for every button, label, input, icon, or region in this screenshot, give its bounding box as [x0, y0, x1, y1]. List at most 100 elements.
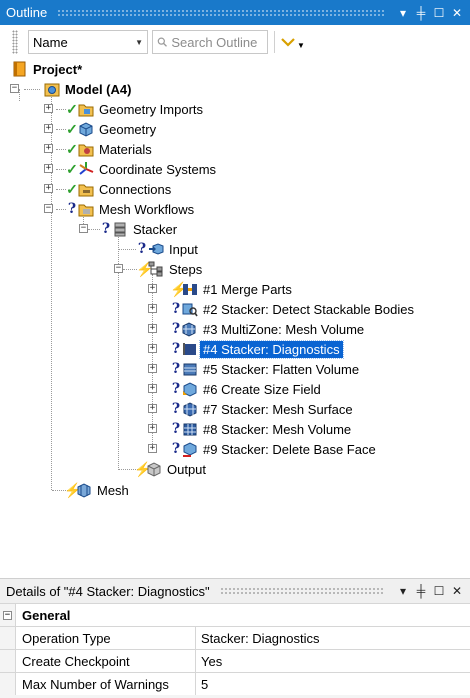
tree-label: #5 Stacker: Flatten Volume [203, 361, 360, 377]
pin-icon[interactable]: ╪ [412, 6, 430, 20]
tree-node-mesh-workflows[interactable]: ? Mesh Workflows [66, 199, 197, 219]
input-icon [149, 243, 164, 255]
tree-node-step-7[interactable]: ? #7 Stacker: Mesh Surface [170, 399, 356, 419]
question-icon: ? [171, 321, 181, 337]
tree-label: Steps [169, 261, 203, 277]
tree-node-coordinate-systems[interactable]: ✓ Coordinate Systems [66, 159, 219, 179]
tree-node-connections[interactable]: ✓ Connections [66, 179, 174, 199]
expand-icon[interactable]: + [148, 304, 157, 313]
expand-icon[interactable]: + [148, 384, 157, 393]
details-key: Operation Type [16, 627, 196, 649]
close-icon[interactable]: ✕ [448, 584, 466, 598]
outline-tree: Project* − Model (A4) + ✓ Geometry Impor… [0, 59, 470, 574]
tree-node-steps[interactable]: ⚡ Steps [136, 259, 205, 279]
expand-icon[interactable]: + [148, 444, 157, 453]
multizone-icon [182, 322, 196, 337]
lightning-icon: ⚡ [170, 281, 188, 297]
expand-icon[interactable]: + [148, 344, 157, 353]
search-input[interactable] [171, 34, 263, 50]
titlebar-grip[interactable] [57, 8, 384, 17]
tree-label: Mesh Workflows [99, 201, 195, 217]
tree-node-step-4[interactable]: ? #4 Stacker: Diagnostics [170, 339, 344, 359]
pin-icon[interactable]: ╪ [412, 584, 430, 598]
search-box[interactable] [152, 30, 268, 54]
folder-icon [78, 204, 94, 217]
outline-toolbar: Name ▼ ▼ [0, 25, 470, 59]
collapse-icon[interactable]: − [44, 204, 53, 213]
titlebar-grip[interactable] [219, 587, 384, 595]
question-icon: ? [137, 241, 147, 257]
row-gutter [0, 650, 16, 672]
expand-icon[interactable]: + [148, 404, 157, 413]
details-value[interactable]: 5 [196, 673, 470, 695]
details-group-row[interactable]: − General [0, 603, 470, 626]
question-icon: ? [101, 221, 111, 237]
tree-node-project[interactable]: Project* [12, 59, 85, 79]
question-icon: ? [171, 401, 181, 417]
details-value[interactable]: Stacker: Diagnostics [196, 627, 470, 649]
collapse-icon[interactable]: − [79, 224, 88, 233]
expand-icon[interactable]: + [148, 364, 157, 373]
tree-label: Geometry Imports [99, 101, 204, 117]
tree-label: Input [169, 241, 198, 257]
tree-label: #9 Stacker: Delete Base Face [203, 441, 376, 457]
dropdown-arrow-icon[interactable]: ▼ [297, 41, 305, 50]
check-icon: ✓ [66, 161, 78, 177]
close-icon[interactable]: ✕ [448, 6, 466, 20]
tree-node-step-9[interactable]: ? #9 Stacker: Delete Base Face [170, 439, 379, 459]
expand-icon[interactable]: + [44, 124, 53, 133]
tree-node-step-1[interactable]: ⚡ #1 Merge Parts [170, 279, 295, 299]
check-icon: ✓ [66, 101, 78, 117]
details-panel: Details of "#4 Stacker: Diagnostics" ▾ ╪… [0, 578, 470, 698]
tree-node-step-2[interactable]: ? #2 Stacker: Detect Stackable Bodies [170, 299, 417, 319]
expand-icon[interactable]: + [44, 164, 53, 173]
tree-node-step-6[interactable]: ? #6 Create Size Field [170, 379, 324, 399]
tree-label: #3 MultiZone: Mesh Volume [203, 321, 365, 337]
expand-icon[interactable]: + [44, 144, 53, 153]
tree-node-geometry[interactable]: ✓ Geometry [66, 119, 159, 139]
check-icon: ✓ [66, 141, 78, 157]
tree-node-step-3[interactable]: ? #3 MultiZone: Mesh Volume [170, 319, 367, 339]
details-row[interactable]: Create Checkpoint Yes [0, 649, 470, 672]
toolbar-grip[interactable] [12, 30, 18, 54]
details-value[interactable]: Yes [196, 650, 470, 672]
maximize-icon[interactable]: ☐ [430, 6, 448, 20]
panel-menu-icon[interactable]: ▾ [394, 6, 412, 20]
expand-icon[interactable]: + [148, 284, 157, 293]
delete-base-face-icon [183, 442, 197, 457]
maximize-icon[interactable]: ☐ [430, 584, 448, 598]
tree-label: #2 Stacker: Detect Stackable Bodies [203, 301, 415, 317]
panel-menu-icon[interactable]: ▾ [394, 584, 412, 598]
tree-connector [123, 269, 137, 270]
expand-collapse-button[interactable]: ▼ [281, 35, 305, 50]
tree-node-output[interactable]: ⚡ Output [134, 459, 209, 479]
tree-node-geometry-imports[interactable]: ✓ Geometry Imports [66, 99, 206, 119]
expand-icon[interactable]: + [44, 104, 53, 113]
flatten-volume-icon [183, 363, 197, 376]
question-icon: ? [171, 381, 181, 397]
tree-node-mesh[interactable]: ⚡ Mesh [64, 480, 132, 500]
collapse-icon[interactable]: − [10, 84, 19, 93]
tree-node-step-5[interactable]: ? #5 Stacker: Flatten Volume [170, 359, 362, 379]
tree-label: #1 Merge Parts [203, 281, 292, 297]
tree-node-materials[interactable]: ✓ Materials [66, 139, 155, 159]
sort-combo[interactable]: Name ▼ [28, 30, 148, 54]
coordinate-system-icon [79, 162, 94, 175]
details-row[interactable]: Max Number of Warnings 5 [0, 672, 470, 695]
tree-node-step-8[interactable]: ? #8 Stacker: Mesh Volume [170, 419, 354, 439]
collapse-icon[interactable]: − [0, 604, 16, 626]
expand-icon[interactable]: + [148, 324, 157, 333]
tree-label: Model (A4) [65, 81, 132, 97]
tree-node-input[interactable]: ? Input [136, 239, 201, 259]
mesh-volume-icon [183, 423, 197, 436]
expand-icon[interactable]: + [44, 184, 53, 193]
expand-icon[interactable]: + [148, 424, 157, 433]
search-icon [157, 37, 167, 47]
tree-label: Project* [33, 61, 83, 77]
tree-node-model[interactable]: Model (A4) [44, 79, 134, 99]
book-icon [13, 61, 26, 77]
collapse-icon[interactable]: − [114, 264, 123, 273]
tree-node-stacker[interactable]: ? Stacker [100, 219, 180, 239]
details-row[interactable]: Operation Type Stacker: Diagnostics [0, 626, 470, 649]
tree-label: #7 Stacker: Mesh Surface [203, 401, 353, 417]
